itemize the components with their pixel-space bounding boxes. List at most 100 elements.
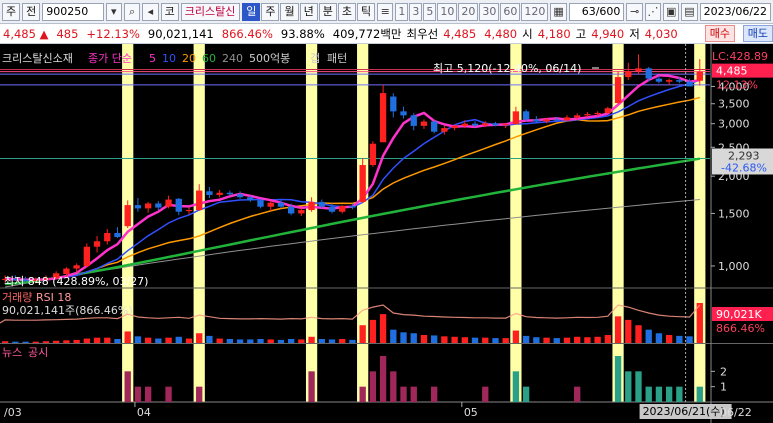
candle-body-16 (165, 199, 172, 207)
volume-bar-48 (492, 338, 499, 343)
chart-title: 크리스탈신소재 (2, 52, 73, 65)
candle-body-11 (114, 232, 121, 238)
signal-icon[interactable]: ⋰ (644, 2, 662, 21)
sound-icon[interactable]: ◂ (142, 2, 159, 21)
volume-bar-4 (42, 341, 50, 343)
calendar-icon[interactable]: ▤ (681, 2, 698, 21)
interval-button-5[interactable]: 5 (423, 2, 437, 21)
period-tab-3[interactable]: 년 (299, 2, 318, 21)
period-tab-1[interactable]: 주 (261, 2, 280, 21)
candle-body-57 (584, 114, 591, 116)
volume-bar-54 (553, 338, 560, 343)
candle-body-17 (175, 198, 182, 212)
candle-body-63 (645, 68, 652, 79)
interval-button-3[interactable]: 3 (409, 2, 423, 21)
period-tab-5[interactable]: 초 (337, 2, 356, 21)
stock-name: 크리스탈신 (180, 2, 241, 21)
volume-bar-64 (655, 333, 663, 343)
highlight-band-1 (193, 44, 205, 402)
date-input[interactable]: 2023/06/22 (699, 2, 772, 21)
volume-bar-38 (390, 329, 397, 343)
candle-body-67 (686, 81, 693, 87)
volume-bar-15 (155, 338, 162, 343)
volume-bar-46 (471, 337, 479, 343)
price-info-bar: 4,485 ▲ 485 +12.13% 90,021,141 866.46% 9… (0, 24, 773, 44)
current-pct-label: 12.13% (716, 79, 758, 92)
candle-body-23 (236, 194, 244, 198)
volume-bar-55 (563, 337, 571, 343)
candle-body-66 (676, 80, 683, 82)
candle-body-56 (574, 115, 581, 118)
volume-bar-19 (196, 333, 203, 343)
period-tab-6[interactable]: 틱 (356, 2, 376, 21)
interval-button-10[interactable]: 10 (437, 2, 458, 21)
interval-button-30[interactable]: 30 (479, 2, 500, 21)
legend-item-4: 60 (202, 52, 216, 65)
dropdown-arrow-icon[interactable]: ▾ (105, 2, 122, 21)
candle-body-58 (594, 112, 601, 115)
volume-value: 90,021K (716, 308, 762, 321)
sell-button[interactable]: 매도 (742, 25, 773, 42)
high-annotation: 최고 5,120(-12.40%, 06/14) (433, 62, 581, 75)
candle-body-28 (287, 206, 295, 214)
y-tick-label-1: 1,500 (718, 207, 750, 220)
interval-button-1[interactable]: 1 (395, 2, 409, 21)
candle-body-12 (124, 205, 131, 227)
interval-button-60[interactable]: 60 (500, 2, 521, 21)
low-annotation: 최저 848 (428.89%, 03/27) (4, 275, 148, 288)
period-tab-2[interactable]: 월 (280, 2, 299, 21)
volume-bar-37 (379, 314, 387, 343)
volume-bar-50 (512, 330, 520, 343)
volume-bar-41 (420, 335, 428, 343)
news-bar-19 (196, 386, 203, 402)
stock-code-input[interactable]: 900250 (42, 2, 104, 21)
highlight-band-2 (305, 44, 318, 402)
volume-bar-35 (359, 325, 366, 343)
market-select[interactable]: 주 (2, 2, 21, 21)
volume-legend-1: RSI 18 (36, 291, 71, 304)
candle-body-10 (104, 232, 111, 242)
high-price: 4,940 (591, 26, 625, 41)
volume-bar-60 (614, 316, 622, 343)
volume-bar-32 (328, 339, 336, 343)
candle-body-46 (471, 123, 479, 126)
candle-body-37 (379, 93, 387, 143)
search-icon[interactable]: ⌕ (123, 2, 141, 21)
buy-button[interactable]: 매수 (704, 25, 735, 42)
volume-bar-26 (267, 339, 274, 343)
volume-bar-43 (441, 336, 448, 343)
volume-bar-66 (676, 335, 683, 343)
period-tab-4[interactable]: 분 (318, 2, 337, 21)
volume-bar-65 (665, 335, 673, 343)
volume-bar-23 (236, 339, 244, 343)
bar-count-input[interactable]: 63/600 (568, 2, 625, 21)
candle-body-8 (83, 246, 91, 266)
pin-icon[interactable]: ⊸ (626, 2, 643, 21)
period-tab-0[interactable]: 일 (242, 2, 261, 21)
type-button[interactable]: 코 (160, 2, 179, 21)
volume-bar-25 (257, 339, 264, 343)
interval-button-120[interactable]: 120 (521, 2, 549, 21)
volume-bar-16 (165, 337, 172, 343)
news-bar-47 (482, 386, 489, 402)
right-date-label: 06/22 (720, 406, 752, 419)
stock-chart[interactable]: 1,0001,5002,0002,5003,0003,5004,000크리스탈신… (0, 44, 773, 423)
settings-icon[interactable]: ≡ (377, 2, 394, 21)
news-bar-14 (144, 386, 152, 402)
interval-button-20[interactable]: 20 (458, 2, 479, 21)
candle-body-15 (155, 203, 162, 208)
all-button[interactable]: 전 (22, 2, 41, 21)
candle-body-39 (400, 111, 407, 116)
candle-body-52 (533, 119, 540, 122)
candle-body-50 (512, 111, 520, 125)
list-icon[interactable]: ▦ (550, 2, 567, 21)
volume-bar-40 (410, 333, 417, 343)
ma20-line (5, 96, 700, 281)
candle-body-27 (277, 202, 285, 207)
price-change-pct: +12.13% (86, 26, 140, 41)
candle-body-42 (431, 121, 438, 132)
legend-item-3: 20 (182, 52, 196, 65)
volume-bar-52 (533, 337, 540, 343)
save-icon[interactable]: ▣ (663, 2, 680, 21)
news-bar-61 (625, 371, 632, 402)
